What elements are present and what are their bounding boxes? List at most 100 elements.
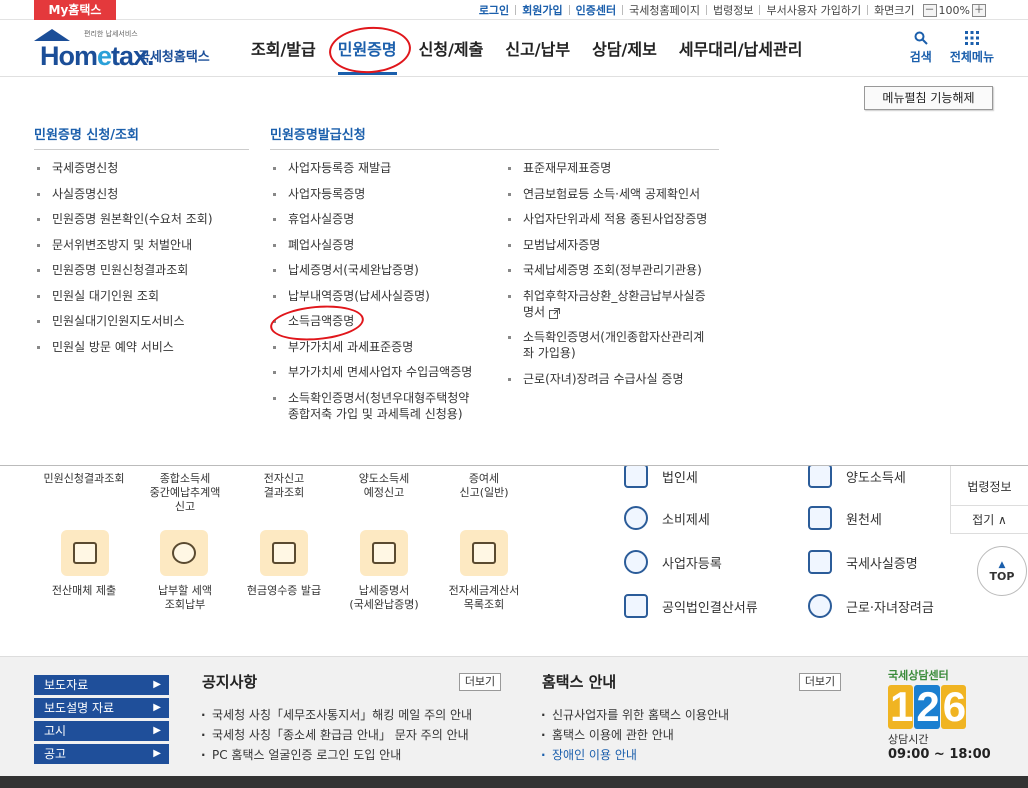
chevron-right-icon: ▶ <box>153 679 161 690</box>
menu-item-income-confirm-isa[interactable]: 소득확인증명서(개인종합자산관리계 좌 가입용) <box>505 329 720 361</box>
menu-item-earned-income-credit[interactable]: 근로(자녀)장려금 수급사실 증명 <box>505 371 720 387</box>
nav-apply-submit[interactable]: 신청/제출 <box>408 21 495 77</box>
notice-section: 보도자료 ▶ 보도설명 자료 ▶ 고시 ▶ 공고 ▶ 공지사항 더보기 국세청 사칭「세… <box>0 656 1028 776</box>
all-menu-label: 전체메뉴 <box>949 50 994 64</box>
menu-item-tax-cert-inquiry[interactable]: 국세납세증명 조회(정부관리기관용) <box>505 262 720 278</box>
quick-tax-pay[interactable]: 납부할 세액 조회납부 <box>135 584 235 612</box>
law-info-link[interactable]: 법령정보 <box>707 2 759 18</box>
signup-link[interactable]: 회원가입 <box>516 2 568 18</box>
menu-item-standard-fs-cert[interactable]: 표준재무제표증명 <box>505 160 720 176</box>
guide-title: 홈택스 안내 <box>542 673 617 691</box>
menu-item-shutdown-cert[interactable]: 폐업사실증명 <box>270 237 495 253</box>
my-hometax-tab[interactable]: My홈택스 <box>34 0 116 20</box>
search-icon <box>910 31 932 48</box>
top-utility-bar: My홈택스 로그인 회원가입 인증센터 국세청홈페이지 법령정보 부서사용자 가… <box>0 0 1028 20</box>
floating-law-info[interactable]: 법령정보 <box>950 466 1028 506</box>
menu-item-closure-cert[interactable]: 휴업사실증명 <box>270 211 495 227</box>
menu-item-fact-cert[interactable]: 사실증명신청 <box>34 186 254 202</box>
tax-pay-icon[interactable] <box>160 530 208 576</box>
zoom-in-button[interactable]: ＋ <box>972 3 986 17</box>
nav-tax-agent[interactable]: 세무대리/납세관리 <box>668 21 814 77</box>
quick-tax-cert[interactable]: 납세증명서 (국세완납증명) <box>334 584 434 612</box>
notice-title: 공지사항 <box>202 673 258 691</box>
quick-interim-prepay[interactable]: 종합소득세 중간예납추계액 신고 <box>135 472 235 514</box>
menu-item-vat-base-cert[interactable]: 부가가치세 과세표준증명 <box>270 339 495 355</box>
logo-roof-icon <box>34 29 70 41</box>
side-transfer-tax[interactable]: 양도소득세 <box>808 464 906 488</box>
menu-expand-disable-button[interactable]: 메뉴펼침 기능해제 <box>864 86 993 110</box>
heart-icon <box>808 594 832 618</box>
tax-cert-icon[interactable] <box>360 530 408 576</box>
menu-item-waiting-map[interactable]: 민원실대기인원지도서비스 <box>34 313 254 329</box>
menu-item-national-tax-cert[interactable]: 국세증명신청 <box>34 160 254 176</box>
quick-cash-receipt[interactable]: 현금영수증 발급 <box>234 584 334 598</box>
menu-item-student-loan-repay[interactable]: 취업후학자금상환_상환금납부사실증 명서 <box>505 288 720 320</box>
guide-item-accessibility[interactable]: 장애인 이용 안내 <box>540 745 729 765</box>
header-tools: 검색 전체메뉴 <box>910 31 994 65</box>
cert-center-link[interactable]: 인증센터 <box>570 2 622 18</box>
side-corporate-tax[interactable]: 법인세 <box>624 464 698 488</box>
menu-item-income-confirm-youth[interactable]: 소득확인증명서(청년우대형주택청약 종합저축 가입 및 과세특례 신청용) <box>270 390 495 422</box>
nts-homepage-link[interactable]: 국세청홈페이지 <box>623 2 706 18</box>
receipt-icon <box>808 506 832 530</box>
login-link[interactable]: 로그인 <box>473 2 515 18</box>
side-withholding-tax[interactable]: 원천세 <box>808 506 882 530</box>
menu-item-original-verify[interactable]: 민원증명 원본확인(수요처 조회) <box>34 211 254 227</box>
quick-e-invoice[interactable]: 전자세금계산서 목록조회 <box>434 584 534 612</box>
call-center-number: 126 <box>888 685 998 729</box>
hometax-logo[interactable]: 편리한 납세서비스 Hometax. 국세청홈택스 <box>34 27 224 71</box>
menu-item-pension-deduction[interactable]: 연금보험료등 소득·세액 공제확인서 <box>505 186 720 202</box>
e-invoice-icon[interactable] <box>460 530 508 576</box>
menu-item-tax-payment-cert[interactable]: 납세증명서(국세완납증명) <box>270 262 495 278</box>
menu-item-bizreg-cert[interactable]: 사업자등록증명 <box>270 186 495 202</box>
nav-consult-report[interactable]: 상담/제보 <box>581 21 668 77</box>
side-business-registration[interactable]: 사업자등록 <box>624 550 722 574</box>
menu-item-model-taxpayer-cert[interactable]: 모범납세자증명 <box>505 237 720 253</box>
cash-receipt-icon[interactable] <box>260 530 308 576</box>
floating-fold-button[interactable]: 접기 ∧ <box>950 506 1028 534</box>
logo-wordmark: Hometax. <box>40 41 155 72</box>
search-button[interactable]: 검색 <box>910 31 932 65</box>
menu-item-vat-exempt-income-cert[interactable]: 부가가치세 면세사업자 수입금액증명 <box>270 364 495 380</box>
notice-item[interactable]: 국세청 사칭「종소세 환급금 안내」 문자 주의 안내 <box>200 725 472 745</box>
logo-e-text: e <box>97 41 112 71</box>
quick-request-result[interactable]: 민원신청결과조회 <box>34 472 134 486</box>
side-label: 공익법인결산서류 <box>662 600 758 616</box>
menu-item-payment-history-cert[interactable]: 납부내역증명(납세사실증명) <box>270 288 495 304</box>
notice-more-button[interactable]: 더보기 <box>459 673 501 691</box>
guide-item[interactable]: 홈택스 이용에 관한 안내 <box>540 725 729 745</box>
menu-item-visit-reservation[interactable]: 민원실 방문 예약 서비스 <box>34 339 254 355</box>
public-notice-label: 공고 <box>44 747 67 761</box>
guide-more-button[interactable]: 더보기 <box>799 673 841 691</box>
side-earned-income-credit[interactable]: 근로·자녀장려금 <box>808 594 934 618</box>
quick-media-submit[interactable]: 전산매체 제출 <box>34 584 134 598</box>
logo-tagline: 편리한 납세서비스 <box>84 30 138 38</box>
press-explain-button[interactable]: 보도설명 자료 ▶ <box>34 698 169 718</box>
quick-transfer-prelim[interactable]: 양도소득세 예정신고 <box>334 472 434 500</box>
side-public-corp-docs[interactable]: 공익법인결산서류 <box>624 594 758 618</box>
menu-item-bizreg-reissue[interactable]: 사업자등록증 재발급 <box>270 160 495 176</box>
person-icon <box>624 550 648 574</box>
scroll-top-button[interactable]: ▲ TOP <box>977 546 1027 596</box>
menu-item-unit-taxation-cert[interactable]: 사업자단위과세 적용 종된사업장증명 <box>505 211 720 227</box>
side-tax-fact-cert[interactable]: 국세사실증명 <box>808 550 918 574</box>
public-notice-button[interactable]: 공고 ▶ <box>34 744 169 764</box>
nav-inquiry-issue[interactable]: 조회/발급 <box>240 21 327 77</box>
zoom-out-button[interactable]: － <box>922 3 937 17</box>
press-release-button[interactable]: 보도자료 ▶ <box>34 675 169 695</box>
media-submit-icon[interactable] <box>61 530 109 576</box>
menu-item-forgery-prevention[interactable]: 문서위변조방지 및 처벌안내 <box>34 237 254 253</box>
all-menu-button[interactable]: 전체메뉴 <box>950 31 994 65</box>
menu-item-waiting-count[interactable]: 민원실 대기인원 조회 <box>34 288 254 304</box>
guide-item[interactable]: 신규사업자를 위한 홈택스 이용안내 <box>540 705 729 725</box>
menu-item-request-result[interactable]: 민원증명 민원신청결과조회 <box>34 262 254 278</box>
announcement-button[interactable]: 고시 ▶ <box>34 721 169 741</box>
nav-report-pay[interactable]: 신고/납부 <box>494 21 581 77</box>
notice-item[interactable]: 국세청 사칭「세무조사통지서」해킹 메일 주의 안내 <box>200 705 472 725</box>
quick-gift-tax[interactable]: 증여세 신고(일반) <box>434 472 534 500</box>
side-consumption-tax[interactable]: 소비제세 <box>624 506 710 530</box>
call-center-banner[interactable]: 국세상담센터 126 상담시간 09:00 ~ 18:00 <box>888 667 998 771</box>
quick-e-filing-result[interactable]: 전자신고 결과조회 <box>234 472 334 500</box>
notice-item[interactable]: PC 홈택스 얼굴인증 로그인 도입 안내 <box>200 745 472 765</box>
dept-user-signup-link[interactable]: 부서사용자 가입하기 <box>760 2 867 18</box>
